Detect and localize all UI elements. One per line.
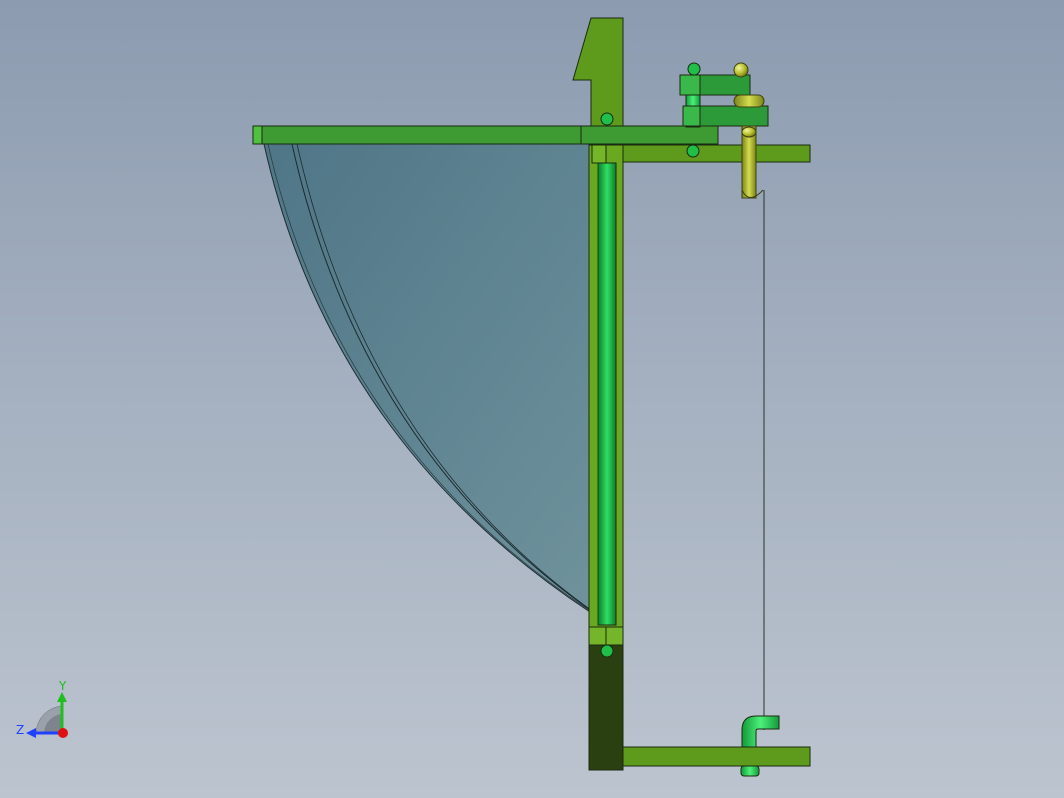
cad-viewport[interactable]: Y Z bbox=[0, 0, 1064, 798]
upper-right-arm[interactable] bbox=[622, 144, 811, 163]
z-axis-arrowhead bbox=[26, 728, 36, 738]
assembly-drawing[interactable]: Y Z bbox=[0, 0, 1064, 798]
curved-glass-panel[interactable] bbox=[263, 143, 599, 616]
coordinate-triad: Y Z bbox=[16, 679, 68, 738]
y-axis-arrowhead bbox=[57, 692, 67, 702]
lower-right-arm[interactable] bbox=[622, 746, 811, 767]
z-axis-label: Z bbox=[16, 723, 24, 737]
top-horizontal-beam[interactable] bbox=[252, 125, 719, 145]
origin-point bbox=[58, 728, 68, 738]
green-elbow-pipe[interactable] bbox=[740, 715, 780, 777]
y-axis-label: Y bbox=[58, 679, 67, 693]
